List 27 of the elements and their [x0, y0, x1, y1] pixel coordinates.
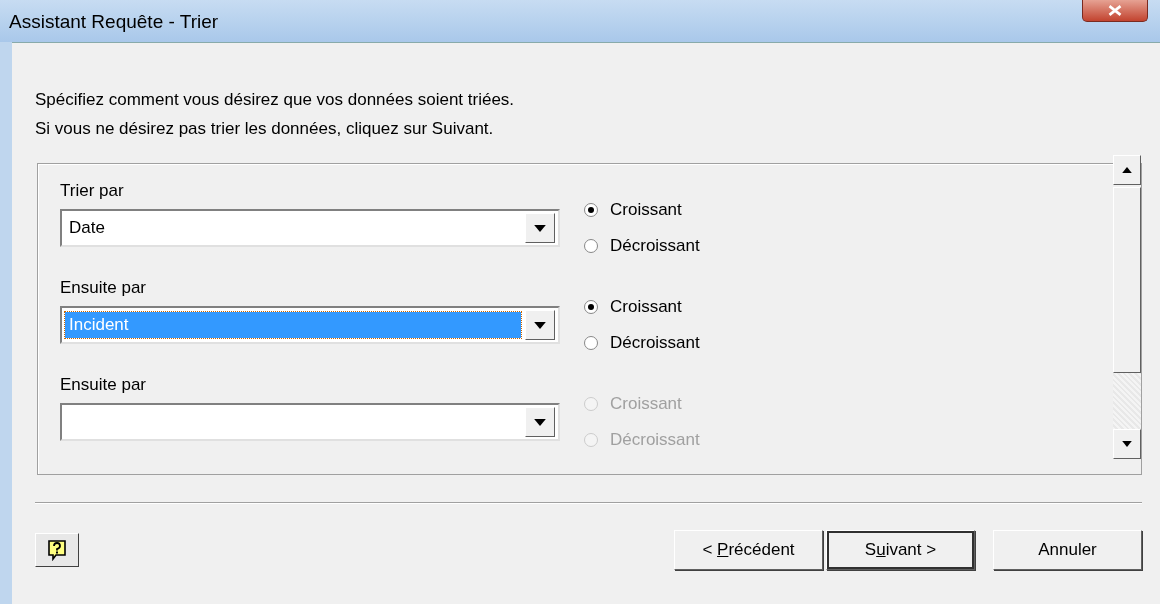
order-radio-button[interactable]: Croissant	[584, 294, 700, 320]
help-button[interactable]	[35, 533, 79, 567]
instruction-text: Spécifiez comment vous désirez que vos données soient triées.	[35, 89, 516, 111]
instruction-text: Si vous ne désirez pas trier les données, cliquez sur Suivant.	[35, 118, 495, 140]
up-arrow-icon	[1122, 167, 1132, 173]
field-label: Ensuite par	[60, 277, 146, 299]
wizard-button[interactable]: Suivant >	[826, 530, 975, 570]
help-icon	[47, 539, 67, 561]
scroll-up-button[interactable]	[1113, 155, 1141, 185]
wizard-button[interactable]: < Précédent	[674, 530, 823, 570]
order-radio-button[interactable]: Décroissant	[584, 330, 700, 356]
close-button[interactable]	[1082, 0, 1148, 22]
scroll-thumb[interactable]	[1113, 187, 1141, 373]
scroll-down-button[interactable]	[1113, 429, 1141, 459]
order-radio-button[interactable]: Croissant	[584, 197, 700, 223]
dropdown-arrow-icon	[534, 418, 546, 426]
sort-field-dropdown[interactable]	[60, 403, 560, 441]
field-label: Ensuite par	[60, 374, 146, 396]
down-arrow-icon	[1122, 441, 1132, 447]
order-radio-button[interactable]: Décroissant	[584, 233, 700, 259]
window-title: Assistant Requête - Trier	[9, 11, 219, 33]
dropdown-arrow-icon	[534, 321, 546, 329]
dropdown-arrow-icon	[534, 224, 546, 232]
wizard-button[interactable]: Annuler	[993, 530, 1142, 570]
field-label: Trier par	[60, 180, 124, 202]
sort-field-dropdown[interactable]: Date	[60, 209, 560, 247]
close-icon	[1108, 5, 1122, 16]
